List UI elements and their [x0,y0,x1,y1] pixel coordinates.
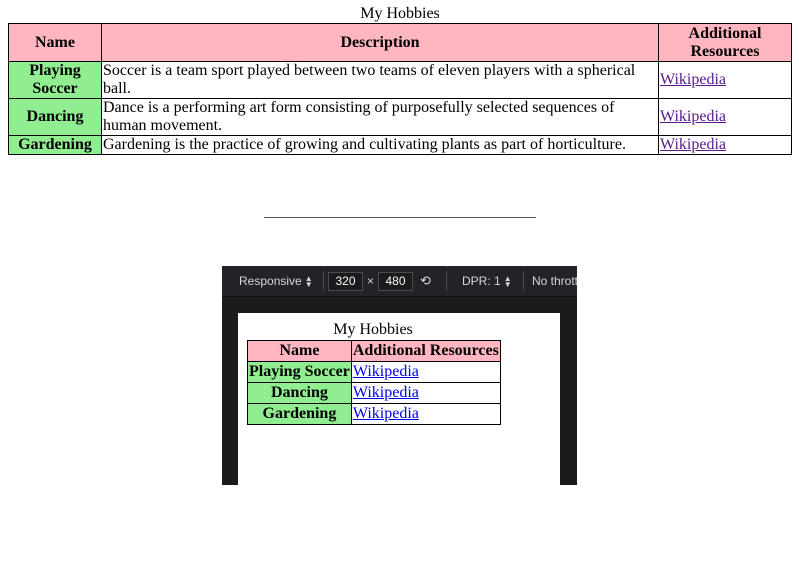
column-header-name: Name [247,340,352,362]
devtools-toolbar: Responsive ▲ ▼ 320 × 480 ⟲ DPR: 1 ▲ ▼ No thr… [222,266,577,297]
toolbar-separator [323,271,324,291]
hobby-description: Soccer is a team sport played between tw… [101,61,659,99]
column-header-description: Description [101,23,659,62]
wikipedia-link[interactable]: Wikipedia [660,71,726,88]
throttling-selector[interactable]: No throttling [532,266,577,296]
table-header-row: Name Description Additional Resources [8,23,792,62]
resource-cell: Wikipedia [350,382,501,404]
resource-cell: Wikipedia [350,403,501,425]
wikipedia-link[interactable]: Wikipedia [353,363,419,380]
table-row: Dancing Wikipedia [247,382,501,404]
table-row: Playing Soccer Soccer is a team sport pl… [8,61,792,99]
table-row: Dancing Dance is a performing art form c… [8,98,792,136]
dpr-selector-label: DPR: 1 [462,274,501,288]
row-header-hobby: Dancing [247,382,352,404]
dpr-selector[interactable]: DPR: 1 ▲ ▼ [462,266,512,296]
table-row: Playing Soccer Wikipedia [247,361,501,383]
rotate-viewport-icon[interactable]: ⟲ [420,266,431,296]
horizontal-rule [264,217,536,218]
mobile-page-title: My Hobbies [333,321,413,338]
column-header-name: Name [8,23,102,62]
wikipedia-link[interactable]: Wikipedia [353,405,419,422]
table-row: Gardening Gardening is the practice of g… [8,135,792,155]
mobile-viewport: My Hobbies Name Additional Resources Pla… [238,313,560,485]
row-header-hobby: Dancing [8,98,102,136]
updown-arrows-icon: ▲ ▼ [503,273,512,289]
dimension-separator: × [367,274,375,288]
resource-cell: Wikipedia [658,135,792,155]
table-header-row: Name Additional Resources [247,340,501,362]
toolbar-separator [523,271,524,291]
row-header-hobby: Playing Soccer [247,361,352,383]
table-row: Gardening Wikipedia [247,403,501,425]
mobile-hobbies-table: Name Additional Resources Playing Soccer… [247,340,501,425]
resource-cell: Wikipedia [350,361,501,383]
page-title: My Hobbies [360,5,440,22]
row-header-hobby: Gardening [247,403,352,425]
resource-cell: Wikipedia [658,61,792,99]
hobby-description: Dance is a performing art form consistin… [101,98,659,136]
hobby-description: Gardening is the practice of growing and… [101,135,659,155]
viewport-height-input[interactable]: 480 [378,272,413,291]
column-header-resources: Additional Resources [350,340,501,362]
updown-arrows-icon: ▲ ▼ [304,273,313,289]
column-header-resources: Additional Resources [658,23,792,62]
device-selector[interactable]: Responsive ▲ ▼ [239,266,313,296]
toolbar-separator [446,271,447,291]
hobbies-table: Name Description Additional Resources Pl… [8,23,792,155]
wikipedia-link[interactable]: Wikipedia [353,384,419,401]
wikipedia-link[interactable]: Wikipedia [660,136,726,153]
row-header-hobby: Playing Soccer [8,61,102,99]
viewport-width-input[interactable]: 320 [328,272,363,291]
wikipedia-link[interactable]: Wikipedia [660,108,726,125]
responsive-design-screenshot: Responsive ▲ ▼ 320 × 480 ⟲ DPR: 1 ▲ ▼ No thr… [222,266,577,485]
row-header-hobby: Gardening [8,135,102,155]
device-selector-label: Responsive [239,274,302,288]
resource-cell: Wikipedia [658,98,792,136]
